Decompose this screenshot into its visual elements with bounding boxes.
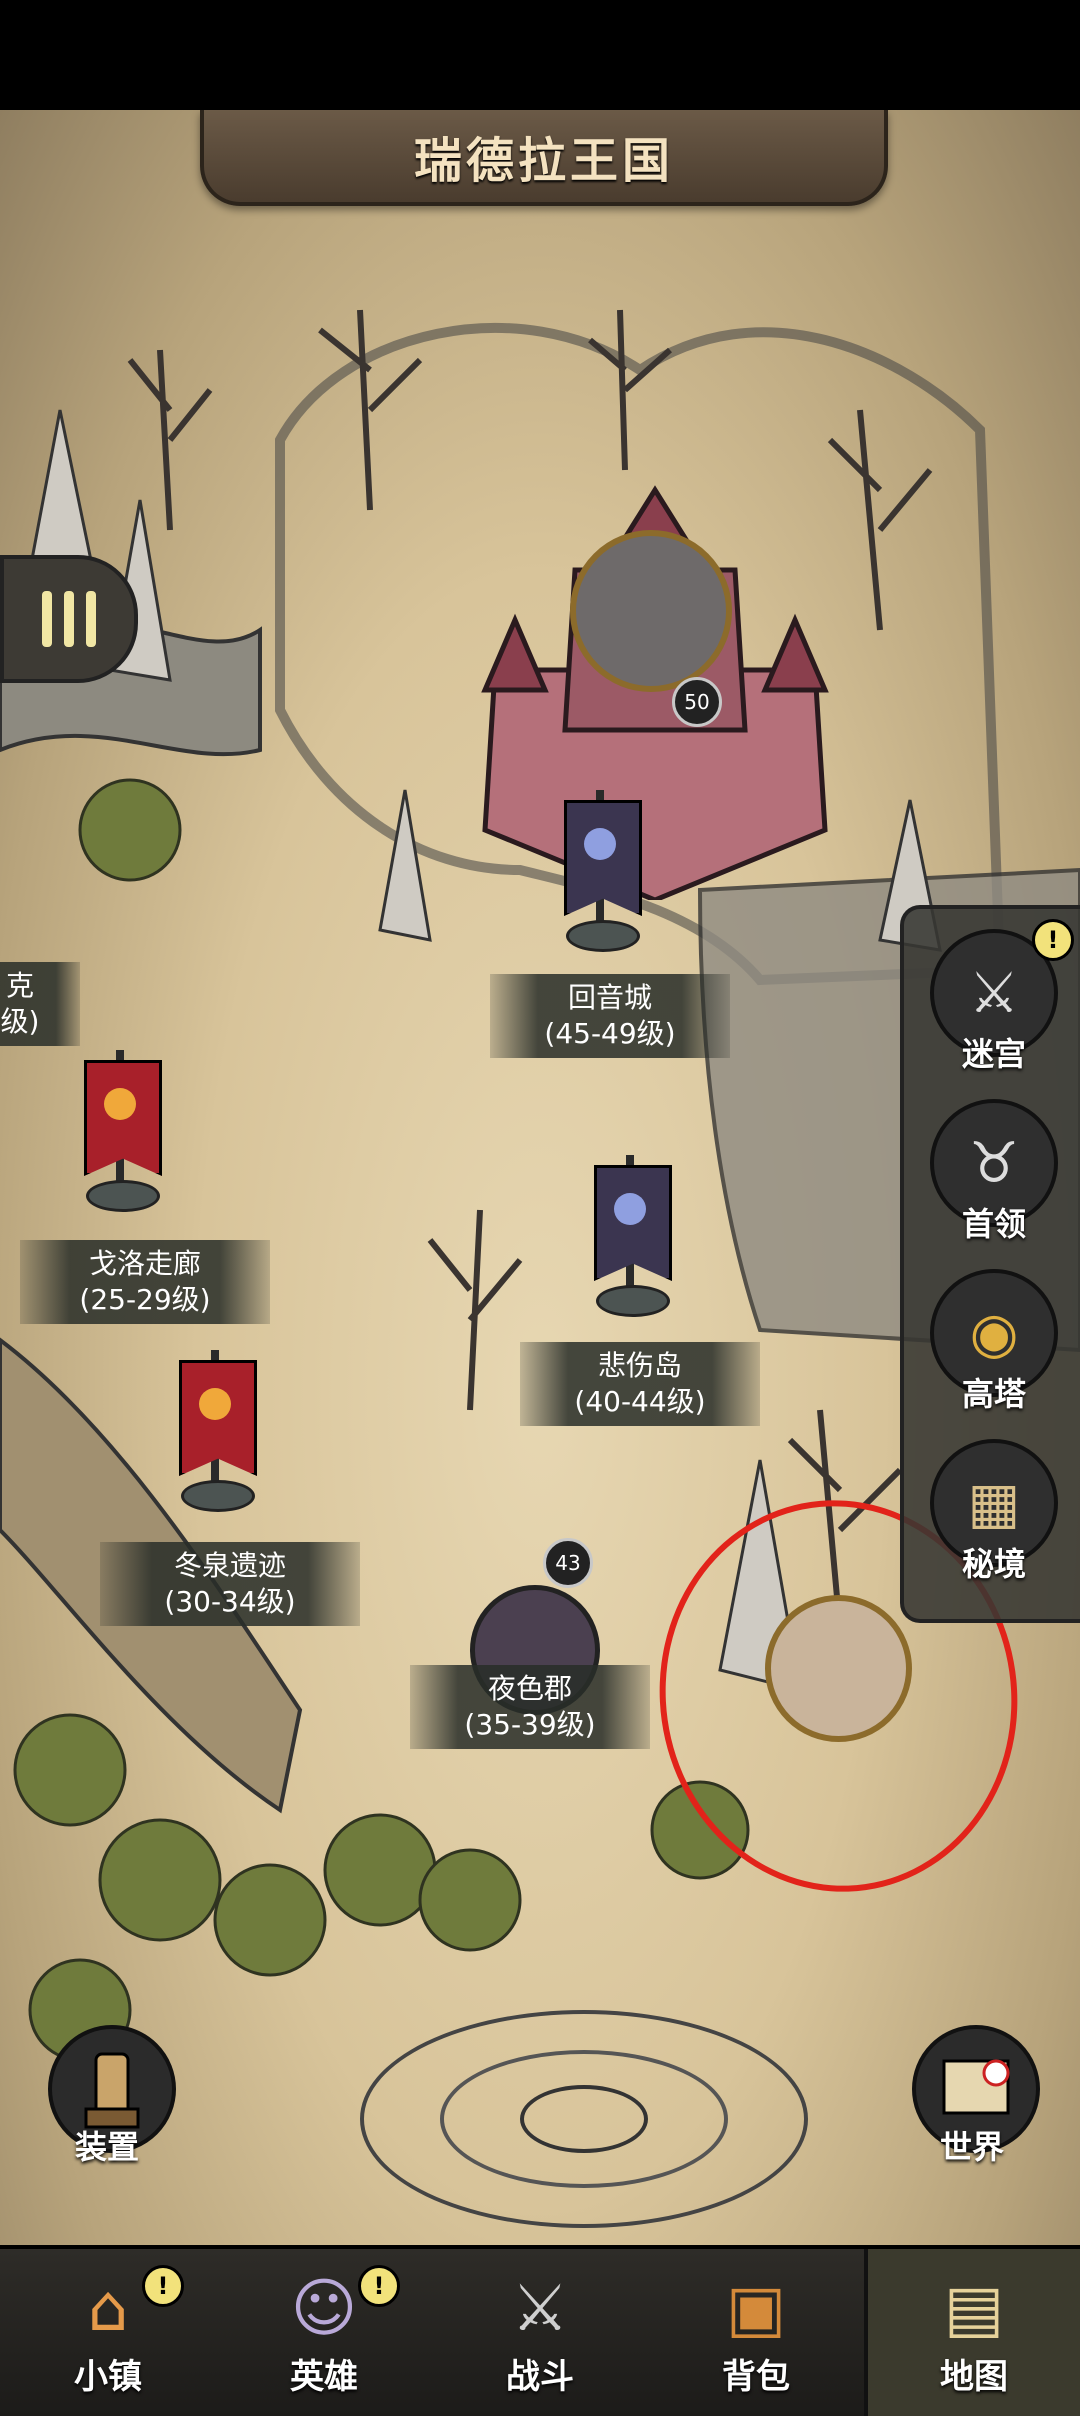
boss-portrait[interactable]: [570, 530, 732, 692]
location-sorrow-island[interactable]: 悲伤岛 (40-44级): [520, 1342, 760, 1426]
side-item-label: 秘境: [961, 1545, 1026, 1583]
menu-button[interactable]: [0, 555, 138, 683]
nav-battle[interactable]: ⚔ 战斗: [432, 2249, 648, 2416]
side-item-label: 迷宫: [961, 1035, 1026, 1073]
location-name: 夜色郡: [487, 1672, 572, 1705]
region-title: 瑞德拉王国: [413, 133, 674, 189]
location-gorlo-corridor[interactable]: 戈洛走廊 (25-29级): [20, 1240, 270, 1324]
location-label-partial[interactable]: 克 级): [0, 962, 80, 1046]
location-name: 戈洛走廊: [88, 1247, 201, 1280]
location-name: 悲伤岛: [597, 1349, 682, 1382]
location-name: 冬泉遗迹: [173, 1549, 286, 1582]
location-name: 克: [5, 969, 34, 1002]
nav-backpack[interactable]: ▣ 背包: [648, 2249, 864, 2416]
location-levels: (25-29级): [79, 1283, 211, 1316]
side-item-label: 首领: [961, 1205, 1026, 1243]
nav-heroes[interactable]: ☺ 英雄: [216, 2249, 432, 2416]
nav-label: 战斗: [506, 2357, 574, 2397]
nav-label: 小镇: [74, 2357, 142, 2397]
alert-icon: !: [142, 2265, 184, 2307]
map-scroll-icon: ▤: [943, 2272, 1005, 2346]
nav-label: 背包: [722, 2357, 790, 2397]
battle-swords-icon: ⚔: [511, 2272, 569, 2346]
status-bar: [0, 0, 1080, 110]
flag-winterspring-ruins[interactable]: [175, 1350, 257, 1512]
nav-label: 英雄: [290, 2357, 358, 2397]
alert-icon: !: [1032, 919, 1074, 961]
side-item-label: 高塔: [961, 1375, 1026, 1413]
equip-label: 装置: [75, 2128, 140, 2166]
boss-level-badge: 50: [672, 677, 722, 727]
nav-label: 地图: [940, 2357, 1008, 2397]
location-nightfall-shire[interactable]: 夜色郡 (35-39级): [410, 1665, 650, 1749]
menu-bars-icon: [42, 591, 96, 647]
location-levels: (35-39级): [464, 1708, 596, 1741]
bottom-nav: ⌂ 小镇 ! ☺ 英雄 ! ⚔ 战斗 ▣ 背包 ▤ 地图: [0, 2245, 1080, 2416]
flag-echo-city[interactable]: [560, 790, 642, 952]
backpack-icon: ▣: [725, 2272, 787, 2346]
side-menu: ⚔ 迷宫 ! ♉ 首领 ◉ 高塔 ▦ 秘境: [900, 905, 1080, 1623]
alert-icon: !: [358, 2265, 400, 2307]
location-name: 回音城: [567, 981, 652, 1014]
nav-map[interactable]: ▤ 地图: [864, 2249, 1080, 2416]
location-levels: (40-44级): [574, 1385, 706, 1418]
nav-town[interactable]: ⌂ 小镇: [0, 2249, 216, 2416]
flag-sorrow-island[interactable]: [590, 1155, 672, 1317]
location-levels: (30-34级): [164, 1585, 296, 1618]
flag-gorlo-corridor[interactable]: [80, 1050, 162, 1212]
world-label: 世界: [940, 2128, 1005, 2166]
whirlpool-core: [520, 2085, 648, 2153]
side-item-boss[interactable]: ♉ 首领: [924, 1099, 1064, 1249]
side-item-tower[interactable]: ◉ 高塔: [924, 1269, 1064, 1419]
location-levels: 级): [0, 1005, 40, 1038]
hero-level-badge: 43: [543, 1538, 593, 1588]
location-levels: (45-49级): [544, 1017, 676, 1050]
region-title-banner: 瑞德拉王国: [200, 110, 888, 206]
location-winterspring-ruins[interactable]: 冬泉遗迹 (30-34级): [100, 1542, 360, 1626]
location-echo-city[interactable]: 回音城 (45-49级): [490, 974, 730, 1058]
side-item-secret-realm[interactable]: ▦ 秘境: [924, 1439, 1064, 1589]
